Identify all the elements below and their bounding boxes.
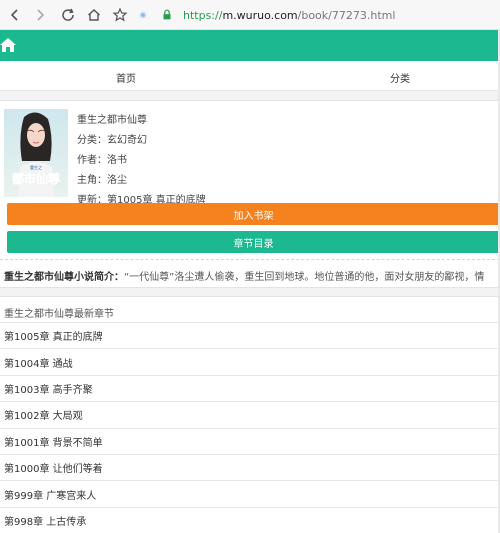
book-category: 分类：玄幻奇幻 [77,135,147,146]
chapter-link[interactable]: 第999章 广寒宫来人 [0,480,500,506]
dashed-divider [0,259,500,260]
chapter-list-button[interactable]: 章节目录 [7,231,500,253]
url-path: /book/77273.html [297,8,396,22]
forward-icon[interactable] [30,5,50,25]
reload-icon[interactable] [58,5,78,25]
chapter-link[interactable]: 第998章 上古传承 [0,506,500,533]
back-icon[interactable] [5,5,25,25]
book-protagonist: 主角：洛尘 [77,175,127,186]
nav-category-link[interactable]: 分类 [390,70,410,85]
latest-chapters-list: 第1005章 真正的底牌 第1004章 通战 第1003章 高手齐聚 第1002… [0,322,500,533]
section-divider [0,287,500,297]
book-title: 重生之都市仙尊 [77,115,147,126]
chapter-link[interactable]: 第1003章 高手齐聚 [0,374,500,401]
chapter-link[interactable]: 第1002章 大局观 [0,401,500,427]
cover-small-text: 重生之 [30,164,42,170]
home-page-icon[interactable] [84,5,104,25]
section-divider [0,91,500,101]
chapter-link[interactable]: 第1000章 让他们等着 [0,453,500,480]
url-scheme: https:// [183,8,223,22]
book-cover[interactable]: 重生之 都市仙尊 [4,109,68,197]
intro-text: “一代仙尊”洛尘遭人偷袭，重生回到地球。地位普通的他，面对女朋友的鄙视，情 [124,272,485,283]
latest-chapters-heading: 重生之都市仙尊最新章节 [4,309,114,320]
nav-home-link[interactable]: 首页 [116,70,136,85]
lock-icon [160,5,174,25]
cover-title-text: 都市仙尊 [11,171,60,186]
main-nav: 首页 分类 [0,61,500,91]
site-header [0,30,500,61]
bookmark-star-icon[interactable] [110,5,130,25]
home-icon[interactable] [0,38,16,52]
chapter-link[interactable]: 第1005章 真正的底牌 [0,322,500,348]
chapter-link[interactable]: 第1004章 通战 [0,348,500,374]
book-author: 作者：洛书 [77,155,127,166]
browser-toolbar: https://m.wuruo.com/book/77273.html [0,0,500,30]
address-bar[interactable]: https://m.wuruo.com/book/77273.html [183,5,395,25]
chapter-link[interactable]: 第1001章 背景不简单 [0,427,500,454]
intro-label: 重生之都市仙尊小说简介： [4,272,124,283]
url-host: m.wuruo.com [222,8,298,22]
book-intro: 重生之都市仙尊小说简介：“一代仙尊”洛尘遭人偷袭，重生回到地球。地位普通的他，面… [4,268,500,283]
site-info-icon[interactable] [136,5,150,25]
add-to-shelf-button[interactable]: 加入书架 [7,203,500,225]
